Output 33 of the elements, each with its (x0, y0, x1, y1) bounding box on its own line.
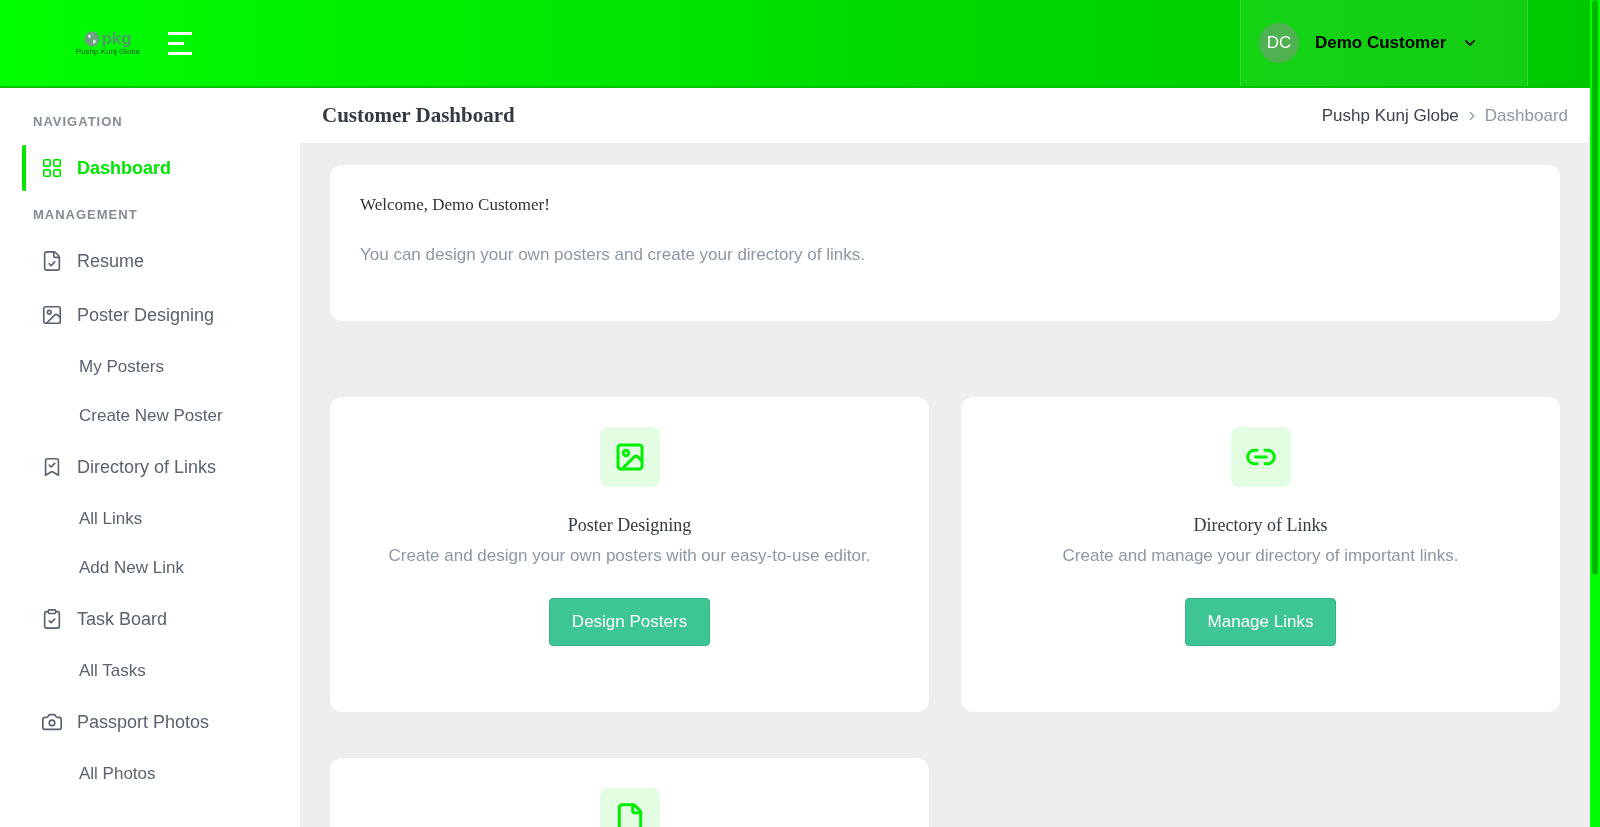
grid-icon (41, 157, 63, 179)
globe-icon (84, 30, 101, 47)
avatar: DC (1259, 23, 1299, 63)
logo-text: pkg (101, 30, 132, 47)
card-text: Create and design your own posters with our easy-to-use editor. (388, 546, 871, 566)
section-heading: MANAGEMENT (32, 206, 139, 224)
sidebar-item[interactable]: Directory of Links (22, 444, 300, 490)
user-name: Demo Customer (1315, 33, 1447, 53)
breadcrumb-link[interactable]: Pushp Kunj Globe (1321, 105, 1459, 126)
sidebar-item[interactable]: Passport Photos (22, 699, 300, 745)
document-check-icon (41, 250, 63, 272)
section-heading: NAVIGATION (32, 113, 124, 131)
page-title: Customer Dashboard (322, 103, 515, 128)
sidebar-item[interactable]: Poster Designing (22, 292, 300, 338)
card-title: Directory of Links (1193, 515, 1328, 536)
sidebar-subitem[interactable]: My Posters (0, 342, 300, 391)
logo-subtitle: Pushp Kunj Globe (75, 47, 141, 56)
scrollbar-thumb[interactable] (1592, 0, 1598, 575)
sidebar-subitem[interactable]: All Links (0, 494, 300, 543)
card-title: Poster Designing (567, 515, 692, 536)
sidebar-subitem[interactable]: All Tasks (0, 646, 300, 695)
sidebar-subitem[interactable]: Add New Link (0, 543, 300, 592)
image-icon (41, 304, 63, 326)
sidebar-item[interactable]: Task Board (22, 596, 300, 642)
sidebar-subitem[interactable]: All Photos (0, 749, 300, 798)
camera-icon (41, 711, 63, 733)
user-menu[interactable]: DC Demo Customer (1240, 0, 1528, 86)
sidebar-subitem[interactable]: Create New Poster (0, 391, 300, 440)
clipboard-check-icon (41, 608, 63, 630)
sidebar-item[interactable]: Resume (22, 238, 300, 284)
welcome-heading: Welcome, Demo Customer! (360, 195, 551, 215)
welcome-text: You can design your own posters and create your directory of links. (360, 245, 866, 265)
card-text: Create and manage your directory of important links. (1062, 546, 1459, 566)
